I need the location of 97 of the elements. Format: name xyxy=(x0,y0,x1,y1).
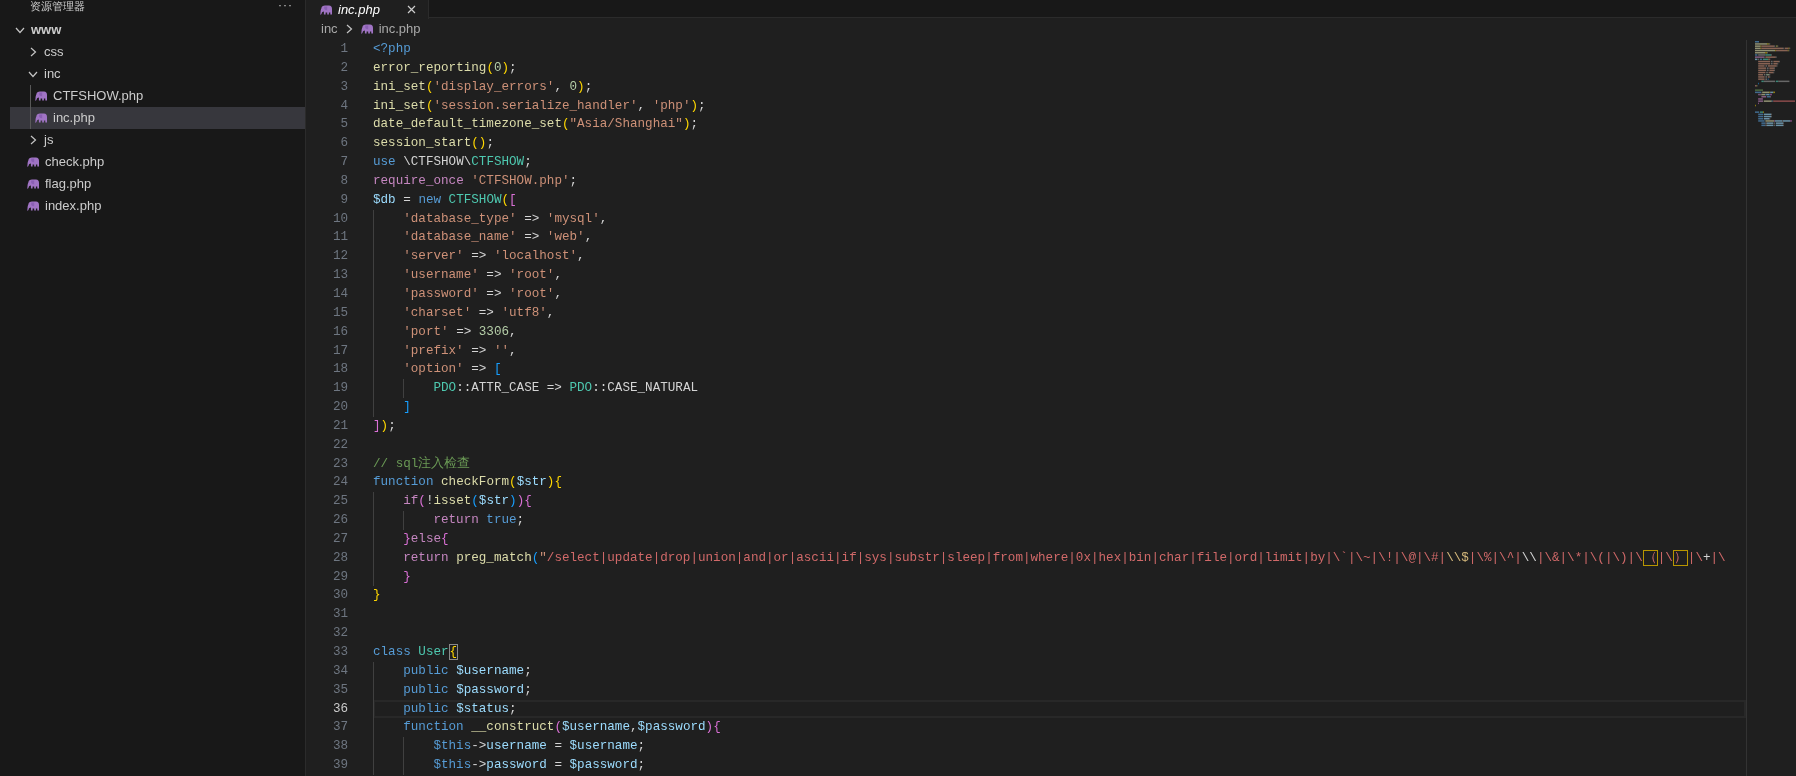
file-tree-item[interactable]: index.php xyxy=(10,195,305,217)
elephant-icon xyxy=(34,113,47,123)
code-line: $this->username = $username; xyxy=(433,738,646,756)
file-tree-item[interactable]: CTFSHOW.php xyxy=(10,85,305,107)
line-number: 3 xyxy=(339,78,348,96)
code-line: return preg_match("/select|update|drop|union|and|or|ascii|if|sys|substr|sleep|from|where|0x|hex|bin|char|file|ord|limit|by|\`|\~|\!|\@|\#|\\$|\%|\^|\\|\&|\*|\(|\)|\（|\）|\+|\ xyxy=(403,548,1726,568)
code-line: function __construct($username,$password){ xyxy=(403,719,721,737)
code-line: } xyxy=(403,568,411,586)
code-line: return true; xyxy=(433,512,525,530)
file-tree-item[interactable]: flag.php xyxy=(10,173,305,195)
code-line: 'username' => 'root', xyxy=(403,267,562,285)
code-line: 'port' => 3306, xyxy=(403,323,517,341)
code-line: public $password; xyxy=(403,681,532,699)
code-line: require_once 'CTFSHOW.php'; xyxy=(373,172,578,190)
code-line: 'prefix' => '', xyxy=(403,342,517,360)
line-number: 38 xyxy=(331,738,348,756)
code-line: 'charset' => 'utf8', xyxy=(403,304,555,322)
code-line: 'server' => 'localhost', xyxy=(403,248,585,266)
line-number: 35 xyxy=(331,681,348,699)
line-number: 1 xyxy=(339,41,348,58)
code-line: 'database_type' => 'mysql', xyxy=(403,210,608,228)
breadcrumb-item[interactable]: inc.php xyxy=(359,19,421,39)
elephant-icon xyxy=(26,179,39,189)
line-number: 33 xyxy=(331,644,348,661)
code-line: if(!isset($str)){ xyxy=(403,493,532,511)
line-number: 11 xyxy=(331,229,348,247)
line-number: 17 xyxy=(331,342,348,360)
line-number: 29 xyxy=(331,568,348,586)
code-line: 'option' => [ xyxy=(403,361,502,379)
line-number: 4 xyxy=(339,97,348,115)
line-number: 6 xyxy=(339,135,348,153)
line-number: 13 xyxy=(331,267,348,285)
line-number: 30 xyxy=(331,587,348,605)
code-line: use \CTFSHOW\CTFSHOW; xyxy=(373,154,532,172)
line-number: 24 xyxy=(331,474,348,492)
code-line: 'password' => 'root', xyxy=(403,285,562,303)
line-number: 28 xyxy=(331,549,348,567)
folder-tree-item[interactable]: inc xyxy=(10,63,305,85)
line-number: 10 xyxy=(331,210,348,228)
elephant-icon xyxy=(26,201,39,211)
code-line: } xyxy=(373,587,381,605)
code-line: <?php xyxy=(373,41,411,58)
editor-tab[interactable]: inc.php xyxy=(306,0,429,19)
line-number: 14 xyxy=(331,285,348,303)
line-number: 8 xyxy=(339,172,348,190)
line-number: 26 xyxy=(331,512,348,530)
elephant-icon xyxy=(34,91,47,101)
line-number: 20 xyxy=(331,399,348,417)
line-number: 27 xyxy=(331,530,348,548)
code-line: ini_set('session.serialize_handler', 'php'); xyxy=(373,97,706,115)
line-number: 15 xyxy=(331,304,348,322)
folder-tree-item[interactable]: js xyxy=(10,129,305,151)
line-number: 25 xyxy=(331,493,348,511)
folder-tree-item[interactable]: www xyxy=(10,19,305,41)
line-number: 21 xyxy=(331,417,348,435)
code-line: ini_set('display_errors', 0); xyxy=(373,78,593,96)
close-icon xyxy=(407,5,416,14)
code-line: $db = new CTFSHOW([ xyxy=(373,191,517,209)
file-tree-item[interactable]: inc.php xyxy=(10,107,305,129)
more-actions-button[interactable]: ··· xyxy=(278,0,293,10)
line-number: 16 xyxy=(331,323,348,341)
elephant-icon xyxy=(319,4,332,15)
explorer-title: 资源管理器 xyxy=(30,0,85,13)
line-number: 2 xyxy=(339,59,348,77)
line-number: 19 xyxy=(331,380,348,398)
elephant-icon xyxy=(26,157,39,167)
folder-tree-item[interactable]: css xyxy=(10,41,305,63)
line-number: 22 xyxy=(331,436,348,454)
line-number: 36 xyxy=(331,700,348,718)
code-line: 'database_name' => 'web', xyxy=(403,229,593,247)
code-line: public $username; xyxy=(403,662,532,680)
line-number: 32 xyxy=(331,625,348,643)
line-number: 7 xyxy=(339,154,348,172)
code-line: }else{ xyxy=(403,530,449,548)
code-line: $this->password = $password; xyxy=(433,757,646,775)
line-number: 31 xyxy=(331,606,348,624)
line-number: 18 xyxy=(331,361,348,379)
code-line: session_start(); xyxy=(373,135,494,153)
elephant-icon xyxy=(359,24,373,34)
code-line: date_default_timezone_set("Asia/Shanghai"); xyxy=(373,116,698,134)
breadcrumb-item[interactable]: inc xyxy=(321,19,338,39)
code-line: function checkForm($str){ xyxy=(373,474,562,492)
code-line: ] xyxy=(403,399,411,417)
code-line: class User{ xyxy=(373,643,459,662)
line-number: 23 xyxy=(331,455,348,473)
code-line: // sql注入检查 xyxy=(373,455,471,473)
code-line: error_reporting(0); xyxy=(373,59,517,77)
code-line: ]); xyxy=(373,417,396,435)
file-tree-item[interactable]: check.php xyxy=(10,151,305,173)
code-line: PDO::ATTR_CASE => PDO::CASE_NATURAL xyxy=(433,380,698,398)
code-line: public $status; xyxy=(403,700,517,718)
line-number: 37 xyxy=(331,719,348,737)
line-number: 39 xyxy=(331,757,348,775)
line-number: 9 xyxy=(339,191,348,209)
line-number: 34 xyxy=(331,662,348,680)
line-number: 12 xyxy=(331,248,348,266)
line-number: 5 xyxy=(339,116,348,134)
